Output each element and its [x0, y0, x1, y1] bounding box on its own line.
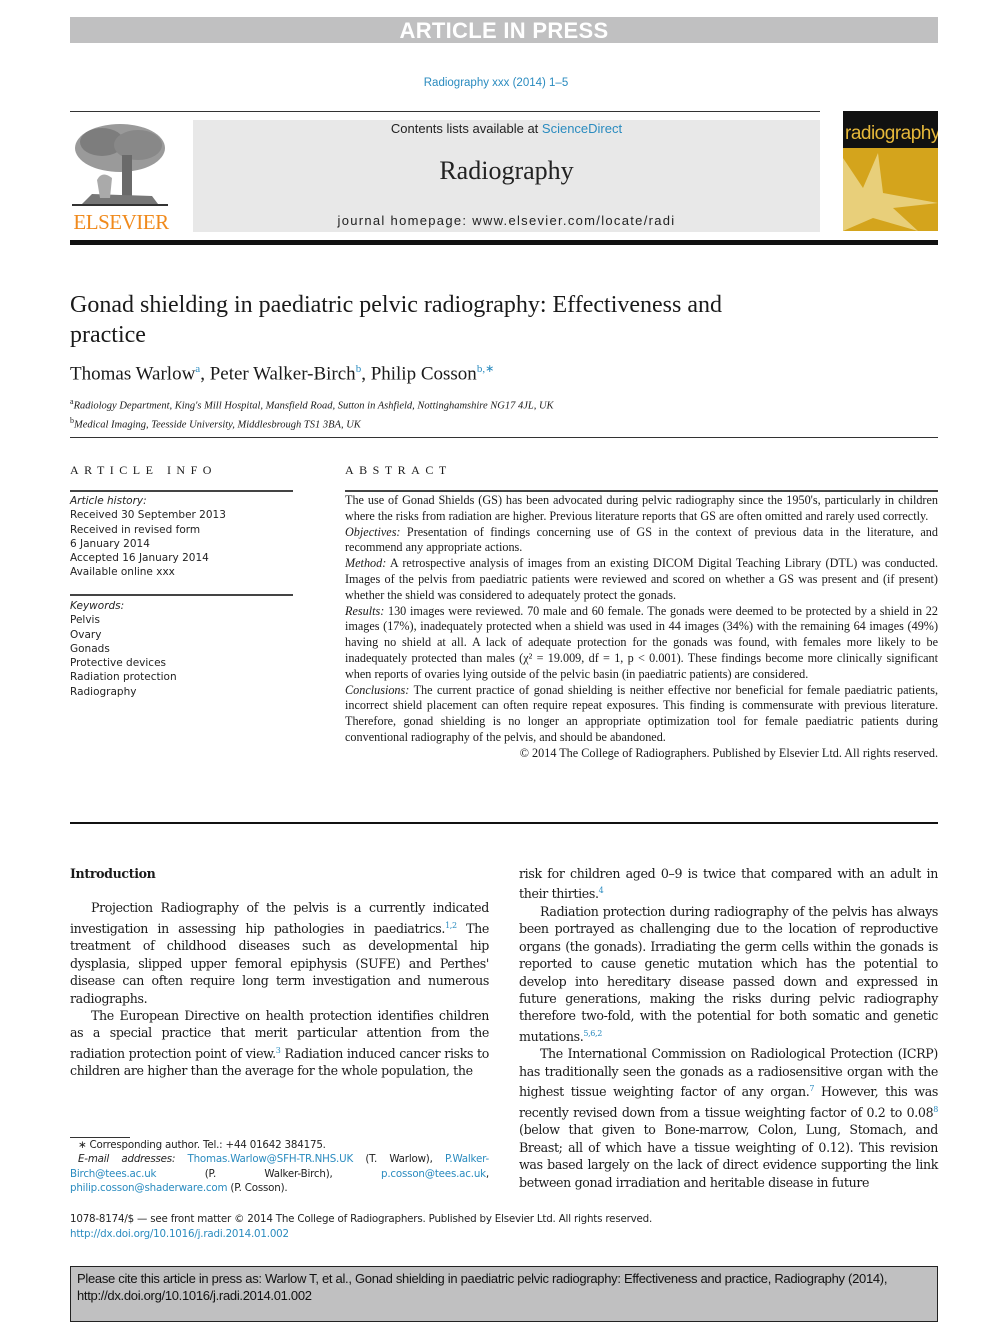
keyword: Pelvis: [70, 614, 100, 627]
body-paragraph: risk for children aged 0–9 is twice that…: [519, 866, 938, 902]
body-paragraph: The International Commission on Radiolog…: [519, 1046, 938, 1190]
abstract-intro: The use of Gonad Shields (GS) has been a…: [345, 493, 938, 523]
body-paragraph: Projection Radiography of the pelvis is …: [70, 900, 489, 1006]
keyword: Ovary: [70, 628, 102, 641]
abstract-body: The use of Gonad Shields (GS) has been a…: [345, 493, 938, 762]
elsevier-tree-icon: [72, 120, 168, 210]
cover-title: radiography: [845, 123, 938, 144]
header-top-rule: [70, 111, 820, 112]
journal-reference[interactable]: Radiography xxx (2014) 1–5: [0, 77, 992, 89]
author-affiliation-ref[interactable]: a: [195, 363, 200, 375]
body-left-column: Introduction Projection Radiography of t…: [70, 865, 489, 1080]
issn-line: 1078-8174/$ — see front matter © 2014 Th…: [70, 1213, 653, 1225]
history-item: Available online xxx: [70, 566, 175, 579]
keywords-label: Keywords:: [70, 600, 125, 612]
journal-homepage[interactable]: journal homepage: www.elsevier.com/locat…: [193, 213, 820, 228]
citation-ref[interactable]: 5,6,2: [583, 1029, 602, 1038]
history-item: Accepted 16 January 2014: [70, 552, 209, 565]
keyword: Gonads: [70, 642, 110, 655]
author-name[interactable]: Thomas Warlow: [70, 363, 195, 384]
journal-reference-link[interactable]: Radiography xxx (2014) 1–5: [424, 77, 568, 89]
article-info-heading: ARTICLE INFO: [70, 463, 217, 477]
corresponding-author-footnote: ∗ Corresponding author. Tel.: +44 01642 …: [70, 1138, 489, 1195]
keyword: Protective devices: [70, 657, 167, 670]
journal-masthead: Contents lists available at ScienceDirec…: [193, 120, 820, 232]
contents-line: Contents lists available at ScienceDirec…: [193, 121, 820, 136]
affiliation-b: bMedical Imaging, Teesside University, M…: [70, 415, 361, 431]
abstract-end-rule: [70, 822, 938, 824]
keyword: Radiography: [70, 685, 137, 698]
section-rule: [70, 437, 938, 438]
citation-ref[interactable]: 4: [599, 886, 604, 895]
author-name[interactable]: Peter Walker-Birch: [210, 363, 356, 384]
body-paragraph: The European Directive on health protect…: [70, 1008, 489, 1079]
email-link[interactable]: philip.cosson@shaderware.com: [70, 1182, 228, 1194]
history-item: 6 January 2014: [70, 537, 150, 550]
elsevier-wordmark: ELSEVIER: [73, 210, 169, 234]
header-thick-rule: [70, 240, 938, 245]
abstract-conclusions: Conclusions: The current practice of gon…: [345, 682, 938, 744]
issn-block: 1078-8174/$ — see front matter © 2014 Th…: [70, 1212, 652, 1241]
abstract-objectives: Objectives: Presentation of findings con…: [345, 524, 938, 555]
cover-star-graphic: [843, 153, 938, 231]
affiliation-a: aRadiology Department, King's Mill Hospi…: [70, 397, 554, 412]
elsevier-logo[interactable]: ELSEVIER: [70, 120, 170, 234]
body-paragraph: Radiation protection during radiography …: [519, 904, 938, 1045]
abstract-rule: [345, 490, 938, 492]
abstract-heading: ABSTRACT: [345, 463, 452, 477]
doi-link[interactable]: http://dx.doi.org/10.1016/j.radi.2014.01…: [70, 1228, 289, 1240]
keywords: Keywords: Pelvis Ovary Gonads Protective…: [70, 599, 293, 699]
abstract-copyright: © 2014 The College of Radiographers. Pub…: [519, 745, 938, 760]
citation-ref[interactable]: 8: [933, 1105, 938, 1114]
keyword: Radiation protection: [70, 671, 177, 684]
article-title: Gonad shielding in paediatric pelvic rad…: [70, 292, 723, 348]
sciencedirect-link[interactable]: ScienceDirect: [542, 121, 622, 136]
article-history-label: Article history:: [70, 495, 147, 507]
author-affiliation-ref[interactable]: b,∗: [477, 363, 494, 375]
corresponding-author: ∗ Corresponding author. Tel.: +44 01642 …: [78, 1139, 326, 1151]
introduction-heading: Introduction: [70, 866, 156, 881]
citation-box: Please cite this article in press as: Wa…: [70, 1266, 938, 1322]
abstract-results: Results: 130 images were reviewed. 70 ma…: [345, 603, 938, 681]
history-item: Received 30 September 2013: [70, 509, 226, 522]
history-item: Received in revised form: [70, 523, 201, 536]
abstract-method: Method: A retrospective analysis of imag…: [345, 556, 938, 602]
email-link[interactable]: Thomas.Warlow@SFH-TR.NHS.UK: [188, 1153, 354, 1165]
journal-cover-image[interactable]: radiography: [843, 111, 938, 231]
article-history: Article history: Received 30 September 2…: [70, 494, 293, 580]
affiliations: aRadiology Department, King's Mill Hospi…: [70, 395, 554, 432]
body-right-column: risk for children aged 0–9 is twice that…: [519, 865, 938, 1191]
citation-text: Please cite this article in press as: Wa…: [77, 1271, 888, 1303]
contents-prefix: Contents lists available at: [390, 121, 542, 136]
article-in-press-banner: ARTICLE IN PRESS: [70, 17, 938, 43]
email-addresses: E-mail addresses: Thomas.Warlow@SFH-TR.N…: [70, 1153, 489, 1194]
email-link[interactable]: p.cosson@tees.ac.uk: [381, 1168, 486, 1180]
journal-title: Radiography: [439, 156, 574, 185]
author-list: Thomas Warlowa, Peter Walker-Birchb, Phi…: [70, 363, 495, 385]
article-info-rule: [70, 490, 293, 492]
keywords-rule: [70, 594, 293, 596]
author-name[interactable]: Philip Cosson: [371, 363, 477, 384]
citation-ref[interactable]: 1,2: [445, 921, 457, 930]
author-affiliation-ref[interactable]: b: [356, 363, 362, 375]
